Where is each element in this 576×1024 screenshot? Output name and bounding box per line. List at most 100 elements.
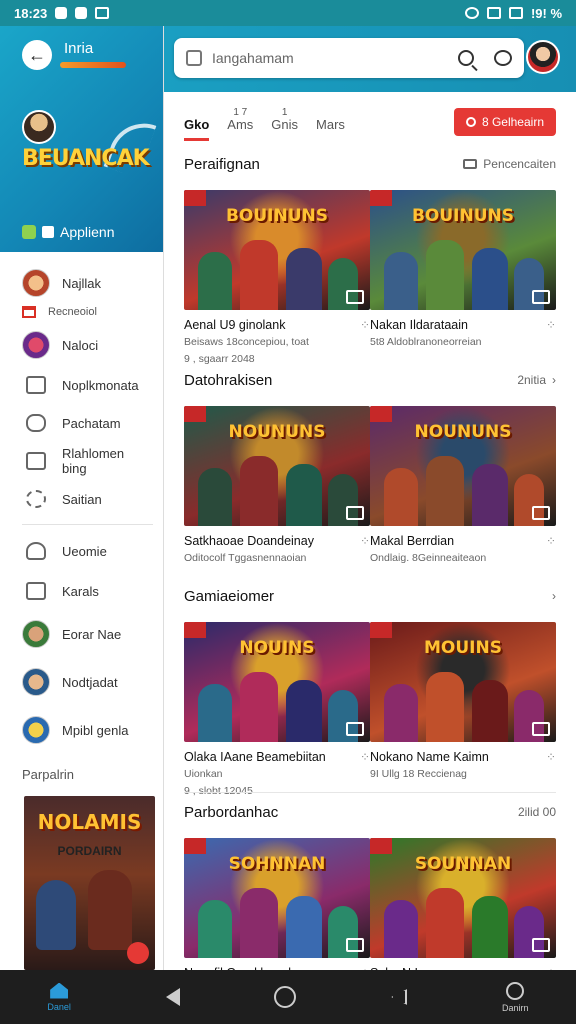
chat-icon[interactable]: [494, 50, 512, 66]
game-thumbnail[interactable]: NOUINS: [184, 622, 370, 742]
more-options-icon[interactable]: ⁘: [360, 318, 370, 332]
tab-label: Gko: [184, 117, 210, 132]
character-figure: [240, 240, 278, 310]
character-figure: [472, 464, 508, 526]
card-row: BOUINUNS Aenal U9 ginolank ⁘ Beisaws 18c…: [184, 190, 556, 366]
promo-poster[interactable]: NOLAMIS PORDAIRN: [24, 796, 155, 970]
game-thumbnail[interactable]: BOUINUNS: [184, 190, 370, 310]
fullscreen-icon[interactable]: [346, 938, 364, 952]
character-figure: [198, 252, 232, 310]
game-card[interactable]: NOUINS Olaka IAane Beamebiitan ⁘ Uionkan…: [184, 622, 370, 798]
poster-title: NOLAMIS: [37, 810, 142, 834]
search-input[interactable]: Iangahamam: [212, 50, 458, 66]
content-section: Gamiaeiomer › NOUINS Olaka IAane Beamebi…: [184, 586, 556, 798]
game-card[interactable]: MOUINS Nokano Name Kaimn ⁘ 9I Ullg 18 Re…: [370, 622, 556, 798]
more-options-icon[interactable]: ⁘: [360, 534, 370, 548]
profile-avatar[interactable]: [526, 40, 560, 74]
game-card[interactable]: NOUNUNS Satkhaoae Doandeinay ⁘ Oditocolf…: [184, 406, 370, 569]
more-options-icon[interactable]: ⁘: [546, 534, 556, 548]
tab-2[interactable]: 1 Gnis: [271, 106, 298, 141]
drawer-item-label: Najllak: [62, 275, 102, 291]
drawer-item-label: Ueomie: [62, 543, 107, 559]
card-title-row: Nokano Name Kaimn ⁘: [370, 750, 556, 764]
fullscreen-icon[interactable]: [532, 290, 550, 304]
corner-ribbon: [370, 406, 392, 422]
corner-ribbon: [184, 622, 206, 638]
fullscreen-icon[interactable]: [346, 290, 364, 304]
game-logo: NOUNUNS: [228, 422, 326, 442]
drawer-item-1[interactable]: Recneoiol: [0, 300, 163, 324]
section-see-all[interactable]: 2nitia ›: [517, 373, 556, 387]
section-header: Datohrakisen 2nitia ›: [184, 370, 556, 390]
gmail-icon: [22, 306, 36, 318]
tab-1[interactable]: 1 7 Ams: [227, 106, 253, 141]
character-figure: [384, 252, 418, 310]
more-options-icon[interactable]: ⁘: [360, 750, 370, 764]
gift-icon[interactable]: [127, 942, 149, 964]
drawer-item-0[interactable]: Najllak: [0, 266, 163, 300]
app-icon: [22, 225, 36, 239]
section-see-all[interactable]: Pencencaiten: [463, 157, 556, 171]
fullscreen-icon[interactable]: [532, 938, 550, 952]
nav-back[interactable]: [165, 988, 180, 1006]
drawer-item-2[interactable]: Naloci: [0, 324, 163, 366]
drawer-item-label: Mpibl genla: [62, 722, 129, 738]
more-options-icon[interactable]: ⁘: [546, 318, 556, 332]
fullscreen-icon[interactable]: [532, 722, 550, 736]
drawer-item-10[interactable]: Nodtjadat: [0, 657, 163, 707]
fullscreen-icon[interactable]: [532, 506, 550, 520]
game-logo: BOUINUNS: [411, 206, 515, 226]
corner-ribbon: [370, 190, 392, 206]
drawer-item-3[interactable]: Noplkmonata: [0, 366, 163, 404]
drawer-item-9[interactable]: Eorar Nae: [0, 611, 163, 657]
drawer-item-5[interactable]: Rlahlomen bing: [0, 442, 163, 480]
fullscreen-icon[interactable]: [346, 506, 364, 520]
back-button[interactable]: ←: [22, 40, 52, 70]
game-card[interactable]: SOUNNAN Saka N Ipan ⁘: [370, 838, 556, 970]
character-figure: [198, 468, 232, 526]
corner-ribbon: [184, 190, 206, 206]
fullscreen-icon[interactable]: [346, 722, 364, 736]
user-avatar[interactable]: [22, 110, 56, 144]
search-bar[interactable]: Iangahamam: [174, 38, 524, 78]
drawer-item-7[interactable]: Ueomie: [0, 531, 163, 571]
drawer-item-label: Pachatam: [62, 415, 121, 431]
game-card[interactable]: NOUNUNS Makal Berrdian ⁘ Ondlaig. 8Geinn…: [370, 406, 556, 569]
game-logo: NOUNUNS: [414, 422, 512, 442]
corner-ribbon: [370, 622, 392, 638]
nav-home[interactable]: Danel: [47, 982, 71, 1012]
game-thumbnail[interactable]: SOHNNAN: [184, 838, 370, 958]
game-logo: MOUINS: [424, 638, 502, 658]
drawer-item-6[interactable]: Saitian: [0, 480, 163, 518]
section-see-all[interactable]: 2ilid 00: [518, 805, 556, 819]
more-options-icon[interactable]: ⁘: [546, 750, 556, 764]
poster-character: [36, 880, 76, 950]
game-thumbnail[interactable]: NOUNUNS: [184, 406, 370, 526]
nav-profile[interactable]: Danirn: [502, 981, 529, 1013]
nav-recents[interactable]: [391, 989, 408, 1005]
card-title: Makal Berrdian: [370, 534, 455, 548]
drawer-item-11[interactable]: Mpibl genla: [0, 707, 163, 753]
game-card[interactable]: BOUINUNS Nakan Ildarataain ⁘ 5t8 Aldoblr…: [370, 190, 556, 366]
back-triangle-icon: [165, 988, 180, 1006]
game-thumbnail[interactable]: BOUINUNS: [370, 190, 556, 310]
nav-home-circle[interactable]: [274, 986, 297, 1008]
tab-label: Mars: [316, 117, 345, 132]
game-card[interactable]: BOUINUNS Aenal U9 ginolank ⁘ Beisaws 18c…: [184, 190, 370, 366]
tab-3[interactable]: Mars: [316, 106, 345, 141]
drawer-item-8[interactable]: Karals: [0, 571, 163, 611]
section-see-all[interactable]: ›: [546, 589, 556, 603]
search-icon[interactable]: [458, 50, 474, 66]
app-link[interactable]: Applienn: [22, 224, 115, 240]
drawer-item-4[interactable]: Pachatam: [0, 404, 163, 442]
card-title: Satkhaoae Doandeinay: [184, 534, 314, 548]
action-button[interactable]: 8 Gelheairn: [453, 108, 556, 136]
game-thumbnail[interactable]: MOUINS: [370, 622, 556, 742]
action-button-label: 8 Gelheairn: [481, 115, 544, 129]
game-card[interactable]: SOHNNAN Nanafil Good benekeg ⁘: [184, 838, 370, 970]
game-thumbnail[interactable]: NOUNUNS: [370, 406, 556, 526]
game-thumbnail[interactable]: SOUNNAN: [370, 838, 556, 958]
status-bar: 18:23 !9! %: [0, 0, 576, 26]
tab-0[interactable]: Gko: [184, 106, 210, 141]
game-logo: SOHNNAN: [228, 854, 326, 874]
